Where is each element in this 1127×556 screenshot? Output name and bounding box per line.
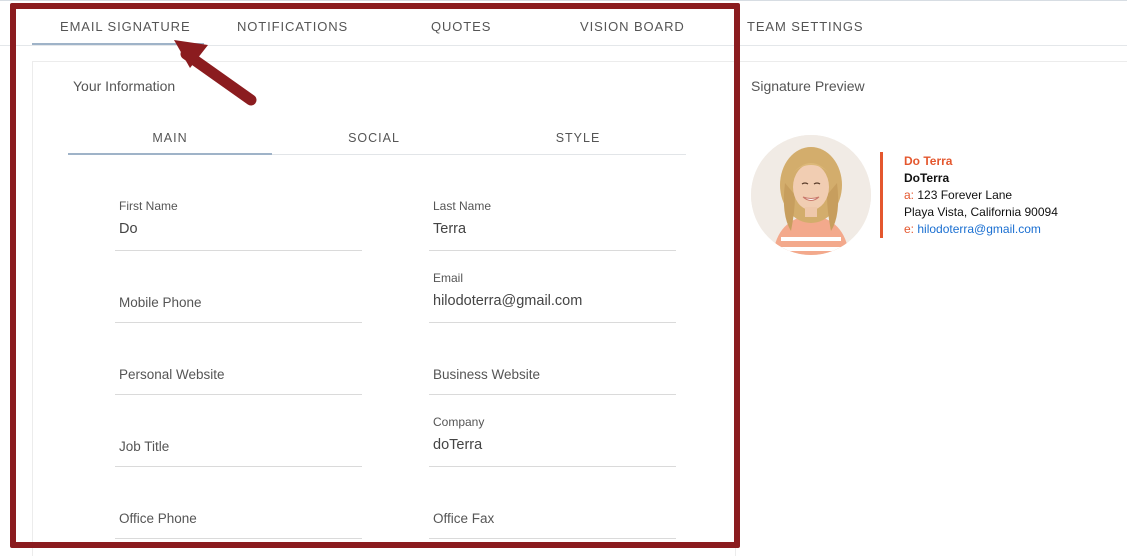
- signature-address: a: 123 Forever Lane: [904, 188, 1012, 202]
- signature-company: DoTerra: [904, 171, 950, 185]
- signature-email-link[interactable]: hilodoterra@gmail.com: [917, 222, 1041, 236]
- tab-notifications[interactable]: NOTIFICATIONS: [237, 19, 348, 34]
- office-phone-field[interactable]: Office Phone: [115, 487, 362, 539]
- address-prefix: a:: [904, 188, 915, 202]
- signature-name: Do Terra: [904, 154, 953, 168]
- business-website-label: Business Website: [433, 367, 541, 382]
- first-name-value: Do: [119, 221, 138, 237]
- last-name-field[interactable]: Last Name Terra: [429, 199, 676, 251]
- email-prefix: e:: [904, 222, 915, 236]
- first-name-field[interactable]: First Name Do: [115, 199, 362, 251]
- preview-divider: [736, 61, 1127, 62]
- signature-accent-bar: [880, 152, 883, 238]
- active-tab-indicator: [32, 43, 204, 45]
- subtab-main[interactable]: MAIN: [68, 131, 272, 145]
- avatar-photo-icon: [751, 135, 871, 255]
- preview-title: Signature Preview: [751, 78, 865, 94]
- personal-website-label: Personal Website: [119, 367, 225, 382]
- tab-quotes[interactable]: QUOTES: [431, 19, 491, 34]
- signature-email: e: hilodoterra@gmail.com: [904, 222, 1041, 236]
- email-field[interactable]: Email hilodoterra@gmail.com: [429, 271, 676, 323]
- first-name-label: First Name: [119, 199, 178, 213]
- sub-tab-bar: MAIN SOCIAL STYLE: [68, 120, 686, 155]
- email-label: Email: [433, 271, 464, 285]
- company-value: doTerra: [433, 437, 483, 453]
- last-name-value: Terra: [433, 221, 467, 237]
- office-fax-field[interactable]: Office Fax: [429, 487, 676, 539]
- address-line-1: 123 Forever Lane: [917, 188, 1013, 202]
- subtab-social[interactable]: SOCIAL: [272, 131, 476, 145]
- address-line-2: Playa Vista, California 90094: [904, 205, 1058, 219]
- subtab-style[interactable]: STYLE: [476, 131, 680, 145]
- job-title-field[interactable]: Job Title: [115, 415, 362, 467]
- job-title-label: Job Title: [119, 439, 170, 454]
- avatar: [751, 135, 871, 255]
- company-field[interactable]: Company doTerra: [429, 415, 676, 467]
- company-label: Company: [433, 415, 485, 429]
- email-value: hilodoterra@gmail.com: [433, 293, 583, 309]
- top-tab-bar: EMAIL SIGNATURE NOTIFICATIONS QUOTES VIS…: [0, 0, 1127, 46]
- personal-website-field[interactable]: Personal Website: [115, 343, 362, 395]
- last-name-label: Last Name: [433, 199, 492, 213]
- mobile-phone-field[interactable]: Mobile Phone: [115, 271, 362, 323]
- office-phone-label: Office Phone: [119, 511, 197, 526]
- business-website-field[interactable]: Business Website: [429, 343, 676, 395]
- tab-email-signature[interactable]: EMAIL SIGNATURE: [60, 19, 191, 34]
- office-fax-label: Office Fax: [433, 511, 495, 526]
- tab-vision-board[interactable]: VISION BOARD: [580, 19, 685, 34]
- active-subtab-indicator: [68, 153, 272, 155]
- mobile-phone-label: Mobile Phone: [119, 295, 202, 310]
- information-title: Your Information: [73, 78, 176, 94]
- tab-team-settings[interactable]: TEAM SETTINGS: [747, 19, 863, 34]
